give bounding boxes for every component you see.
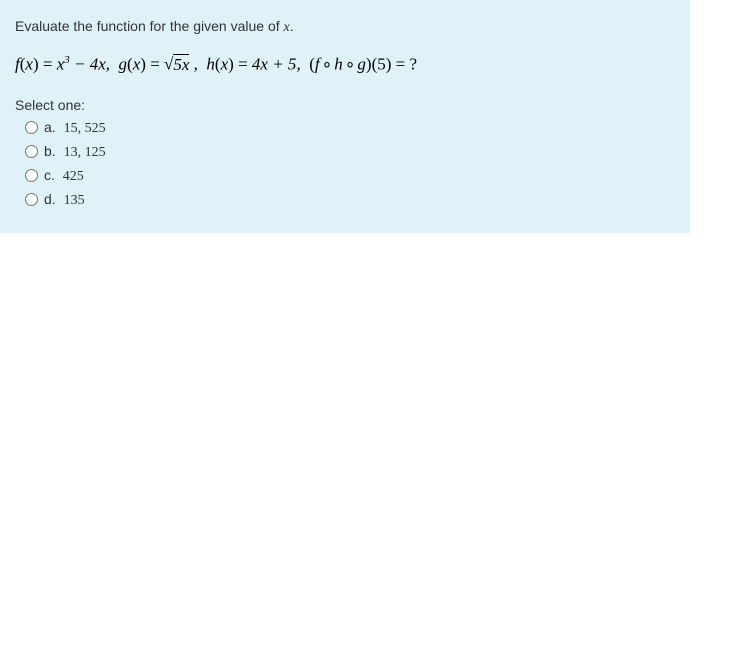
radio-c[interactable] — [25, 169, 38, 182]
option-c[interactable]: c. 425 — [25, 167, 675, 185]
options-group: a. 15, 525 b. 13, 125 c. 425 d. 135 — [15, 119, 675, 209]
question-container: Evaluate the function for the given valu… — [0, 0, 690, 233]
question-prompt: Evaluate the function for the given valu… — [15, 18, 675, 36]
h-func-label: h — [206, 55, 215, 74]
option-d[interactable]: d. 135 — [25, 191, 675, 209]
prompt-text: Evaluate the function for the given valu… — [15, 18, 284, 34]
option-b[interactable]: b. 13, 125 — [25, 143, 675, 161]
radio-b[interactable] — [25, 145, 38, 158]
select-one-label: Select one: — [15, 97, 675, 113]
math-expression: f(x) = x3 − 4x, g(x) = √5x , h(x) = 4x +… — [15, 54, 675, 75]
radio-a[interactable] — [25, 121, 38, 134]
radio-d[interactable] — [25, 193, 38, 206]
option-label: a. 15, 525 — [44, 119, 106, 137]
g-func-label: g — [119, 55, 128, 74]
option-a[interactable]: a. 15, 525 — [25, 119, 675, 137]
option-label: b. 13, 125 — [44, 143, 106, 161]
option-label: d. 135 — [44, 191, 85, 209]
option-label: c. 425 — [44, 167, 84, 185]
